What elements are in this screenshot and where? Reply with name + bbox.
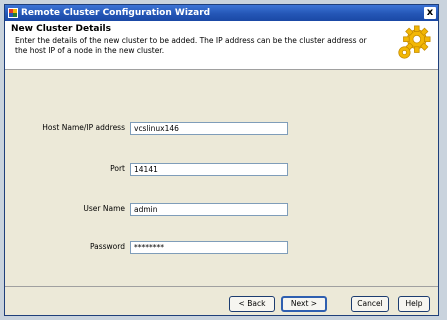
- title-bar[interactable]: Remote Cluster Configuration Wizard x: [5, 5, 438, 21]
- close-button[interactable]: x: [424, 7, 436, 19]
- next-button[interactable]: Next >: [281, 296, 327, 312]
- wizard-window: Remote Cluster Configuration Wizard x Ne…: [4, 4, 439, 316]
- port-input[interactable]: 14141: [130, 163, 288, 176]
- password-row: Password ********: [5, 241, 440, 255]
- page-description: Enter the details of the new cluster to …: [15, 36, 367, 55]
- host-row: Host Name/IP address vcslinux146: [5, 122, 440, 136]
- host-label: Host Name/IP address: [42, 123, 125, 132]
- back-button[interactable]: < Back: [229, 296, 275, 312]
- page-title: New Cluster Details: [11, 24, 111, 34]
- username-label: User Name: [83, 204, 125, 213]
- password-input[interactable]: ********: [130, 241, 288, 254]
- app-icon: [8, 8, 18, 18]
- button-separator: [5, 286, 438, 287]
- cancel-button[interactable]: Cancel: [351, 296, 389, 312]
- password-label: Password: [89, 242, 125, 251]
- host-input[interactable]: vcslinux146: [130, 122, 288, 135]
- username-input[interactable]: admin: [130, 203, 288, 216]
- username-row: User Name admin: [5, 203, 440, 217]
- window-title: Remote Cluster Configuration Wizard: [21, 8, 211, 18]
- port-label: Port: [110, 164, 125, 173]
- gear-icon: [398, 25, 431, 59]
- wizard-header: New Cluster Details Enter the details of…: [5, 21, 438, 70]
- help-button[interactable]: Help: [398, 296, 430, 312]
- port-row: Port 14141: [5, 163, 440, 177]
